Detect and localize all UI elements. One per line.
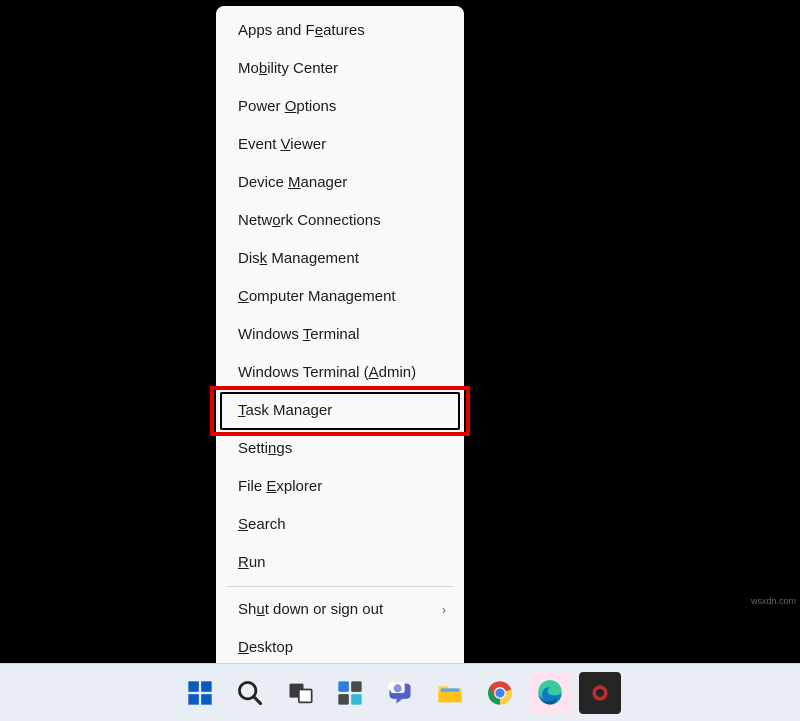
- search-button[interactable]: [229, 672, 271, 714]
- menu-item-label: Run: [238, 553, 266, 573]
- menu-item-label: Disk Management: [238, 249, 359, 269]
- edge-button[interactable]: [529, 672, 571, 714]
- menu-item-windows-terminal[interactable]: Windows Terminal: [216, 316, 464, 354]
- menu-item-label: Power Options: [238, 97, 336, 117]
- chrome-button[interactable]: [479, 672, 521, 714]
- menu-item-label: Shut down or sign out: [238, 600, 383, 620]
- menu-item-label: Computer Management: [238, 287, 396, 307]
- menu-item-mobility-center[interactable]: Mobility Center: [216, 50, 464, 88]
- menu-item-label: Task Manager: [238, 401, 332, 421]
- menu-item-label: File Explorer: [238, 477, 322, 497]
- winx-context-menu: Apps and Features Mobility Center Power Op…: [216, 6, 464, 673]
- menu-item-label: Event Viewer: [238, 135, 326, 155]
- start-icon: [186, 679, 214, 707]
- menu-item-network-connections[interactable]: Network Connections: [216, 202, 464, 240]
- menu-item-label: Network Connections: [238, 211, 381, 231]
- file-explorer-icon: [436, 679, 464, 707]
- taskbar: [0, 663, 800, 721]
- menu-item-settings[interactable]: Settings: [216, 430, 464, 468]
- widgets-button[interactable]: [329, 672, 371, 714]
- task-view-icon: [286, 679, 314, 707]
- menu-item-label: Mobility Center: [238, 59, 338, 79]
- start-button[interactable]: [179, 672, 221, 714]
- menu-item-run[interactable]: Run: [216, 544, 464, 582]
- menu-item-label: Settings: [238, 439, 292, 459]
- task-view-button[interactable]: [279, 672, 321, 714]
- chat-icon: [386, 679, 414, 707]
- widgets-icon: [336, 679, 364, 707]
- menu-separator: [226, 586, 454, 587]
- menu-item-label: Desktop: [238, 638, 293, 658]
- menu-item-windows-terminal-admin[interactable]: Windows Terminal (Admin): [216, 354, 464, 392]
- menu-item-apps-and-features[interactable]: Apps and Features: [216, 12, 464, 50]
- edge-icon: [536, 679, 564, 707]
- chevron-right-icon: ›: [442, 600, 446, 620]
- menu-item-file-explorer[interactable]: File Explorer: [216, 468, 464, 506]
- menu-item-label: Windows Terminal (Admin): [238, 363, 416, 383]
- menu-item-computer-management[interactable]: Computer Management: [216, 278, 464, 316]
- chrome-icon: [486, 679, 514, 707]
- menu-item-task-manager[interactable]: Task Manager: [220, 392, 460, 430]
- camera-app-button[interactable]: [579, 672, 621, 714]
- chat-button[interactable]: [379, 672, 421, 714]
- menu-item-search[interactable]: Search: [216, 506, 464, 544]
- menu-item-desktop[interactable]: Desktop: [216, 629, 464, 667]
- watermark-text: wsxdn.com: [751, 596, 796, 606]
- menu-item-label: Windows Terminal: [238, 325, 359, 345]
- menu-item-label: Search: [238, 515, 286, 535]
- search-icon: [236, 679, 264, 707]
- menu-item-label: Device Manager: [238, 173, 347, 193]
- menu-item-device-manager[interactable]: Device Manager: [216, 164, 464, 202]
- menu-item-disk-management[interactable]: Disk Management: [216, 240, 464, 278]
- menu-item-shut-down-or-sign-out[interactable]: Shut down or sign out ›: [216, 591, 464, 629]
- file-explorer-button[interactable]: [429, 672, 471, 714]
- menu-item-power-options[interactable]: Power Options: [216, 88, 464, 126]
- menu-item-event-viewer[interactable]: Event Viewer: [216, 126, 464, 164]
- menu-item-label: Apps and Features: [238, 21, 365, 41]
- camera-icon: [586, 679, 614, 707]
- desktop-background: Apps and Features Mobility Center Power Op…: [0, 0, 800, 664]
